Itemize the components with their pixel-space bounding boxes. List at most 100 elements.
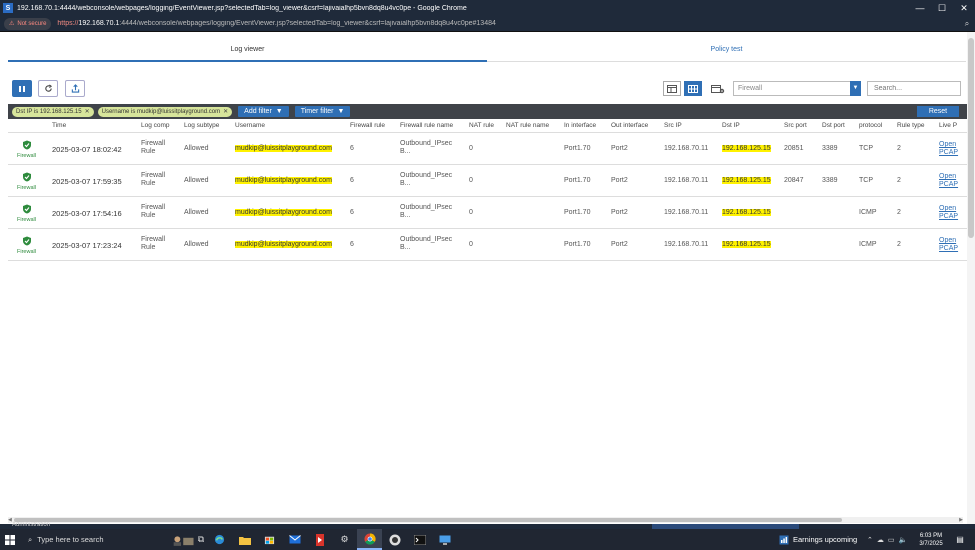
export-button[interactable] — [65, 80, 85, 97]
open-pcap-link[interactable]: PCAP — [939, 149, 958, 156]
remote-desktop-monitor-icon — [439, 535, 450, 545]
column-header[interactable]: protocol — [859, 122, 882, 129]
horizontal-scrollbar[interactable]: ◀ ▶ — [8, 517, 963, 523]
cell-log-comp: Firewall — [141, 204, 166, 211]
column-header[interactable]: NAT rule name — [506, 122, 549, 129]
news-widget[interactable]: Earnings upcoming — [779, 529, 857, 550]
store-icon[interactable] — [257, 529, 282, 550]
column-settings-button[interactable] — [709, 81, 727, 96]
terminal-icon[interactable] — [407, 529, 432, 550]
cloud-icon[interactable]: ☁ — [877, 536, 884, 544]
vertical-scroll-thumb[interactable] — [968, 38, 974, 238]
tab-policy-test[interactable]: Policy test — [487, 38, 966, 62]
scroll-right-icon[interactable]: ▶ — [959, 517, 963, 523]
close-button[interactable]: ✕ — [953, 0, 975, 16]
taskbar-clock[interactable]: 6:03 PM 3/7/2025 — [915, 532, 947, 548]
column-header[interactable]: Firewall rule name — [400, 122, 453, 129]
table-row[interactable]: Firewall 2025-03-07 17:59:35 Firewall Ru… — [8, 165, 967, 197]
module-label: Firewall — [17, 249, 36, 255]
add-filter-button[interactable]: Add filter ▼ — [238, 106, 289, 117]
filter-chip-username[interactable]: Username is mudkip@luissitplayground.com… — [97, 106, 233, 117]
detail-view-button[interactable] — [663, 81, 681, 96]
horizontal-scroll-thumb[interactable] — [14, 518, 842, 522]
task-view-icon[interactable]: ⧉ — [195, 529, 207, 550]
open-pcap-link[interactable]: Open — [939, 237, 956, 244]
grid-view-button[interactable] — [684, 81, 702, 96]
background-window-label: Administration — [12, 522, 51, 528]
notifications-icon[interactable]: ▤ — [953, 533, 967, 546]
cell-username: mudkip@luissitplayground.com — [235, 241, 332, 248]
table-row[interactable]: Firewall 2025-03-07 17:23:24 Firewall Ru… — [8, 229, 967, 261]
start-button[interactable] — [0, 529, 20, 550]
column-header[interactable]: Log comp — [141, 122, 170, 129]
refresh-button[interactable] — [38, 80, 58, 97]
security-indicator[interactable]: ⚠ Not secure — [4, 17, 52, 30]
cell-out-interface: Port2 — [611, 145, 628, 152]
cell-rule-type: 2 — [897, 209, 901, 216]
chevron-up-icon[interactable]: ⌃ — [867, 536, 873, 544]
column-header[interactable]: Rule type — [897, 122, 924, 129]
column-header[interactable]: Dst IP — [722, 122, 740, 129]
settings-icon[interactable]: ⚙ — [332, 529, 357, 550]
warning-icon: ⚠ — [9, 21, 15, 27]
mail-icon[interactable] — [282, 529, 307, 550]
cell-log-subtype: Allowed — [184, 145, 209, 152]
open-pcap-link[interactable]: PCAP — [939, 181, 958, 188]
windows-logo-icon — [5, 534, 15, 545]
open-pcap-link[interactable]: Open — [939, 173, 956, 180]
export-icon — [71, 84, 79, 93]
cell-out-interface: Port2 — [611, 177, 628, 184]
column-header[interactable]: NAT rule — [469, 122, 494, 129]
column-header[interactable]: Username — [235, 122, 265, 129]
vertical-scrollbar[interactable] — [967, 32, 975, 524]
log-module-select[interactable]: Firewall ▼ — [733, 80, 861, 96]
zoom-icon[interactable]: ⌕ — [959, 19, 975, 29]
cell-dst-ip: 192.168.125.15 — [722, 177, 771, 184]
column-header[interactable]: Time — [52, 122, 66, 129]
chrome-icon[interactable] — [357, 529, 382, 550]
close-icon[interactable]: ✕ — [85, 108, 90, 115]
network-icon[interactable]: ▭ — [888, 536, 895, 544]
pause-button[interactable] — [12, 80, 32, 97]
cell-log-subtype: Allowed — [184, 209, 209, 216]
column-header[interactable]: Log subtype — [184, 122, 219, 129]
open-pcap-link[interactable]: Open — [939, 205, 956, 212]
column-header[interactable]: Firewall rule — [350, 122, 385, 129]
open-pcap-link[interactable]: Open — [939, 141, 956, 148]
table-row[interactable]: Firewall 2025-03-07 17:54:16 Firewall Ru… — [8, 197, 967, 229]
cell-src-port: 20851 — [784, 145, 804, 152]
obs-icon[interactable] — [382, 529, 407, 550]
address-bar[interactable]: ⚠ Not secure https://192.168.70.1:4444/w… — [0, 16, 975, 32]
news-text: Earnings upcoming — [793, 535, 858, 544]
maximize-button[interactable]: ☐ — [931, 0, 953, 16]
firewall-shield-icon — [23, 236, 31, 246]
cell-firewall-rule: 6 — [350, 177, 354, 184]
edge-icon[interactable] — [207, 529, 232, 550]
url-path: :4444/webconsole/webpages/logging/EventV… — [119, 20, 496, 27]
column-header[interactable]: Src port — [784, 122, 807, 129]
timer-filter-button[interactable]: Timer filter ▼ — [294, 106, 351, 117]
volume-icon[interactable]: 🔈 — [899, 536, 908, 544]
file-explorer-icon[interactable] — [232, 529, 257, 550]
table-row[interactable]: Firewall 2025-03-07 18:02:42 Firewall Ru… — [8, 133, 967, 165]
tab-log-viewer[interactable]: Log viewer — [8, 38, 487, 62]
column-header[interactable]: Dst port — [822, 122, 845, 129]
column-header[interactable]: Live P — [939, 122, 957, 129]
open-pcap-link[interactable]: PCAP — [939, 213, 958, 220]
remote-desktop-icon[interactable] — [432, 529, 457, 550]
cell-src-ip: 192.168.70.11 — [664, 209, 709, 216]
close-icon[interactable]: ✕ — [223, 108, 228, 115]
column-header[interactable]: Src IP — [664, 122, 682, 129]
user-photo-icon[interactable] — [170, 529, 195, 550]
taskbar-search[interactable]: ⌕ Type here to search — [20, 529, 170, 550]
minimize-button[interactable]: — — [909, 0, 931, 16]
pinned-app-icon[interactable] — [307, 529, 332, 550]
cell-rule-name: B... — [400, 148, 411, 155]
search-input[interactable] — [867, 81, 961, 96]
filter-chip-dst-ip[interactable]: Dst IP is 192.168.125.15 ✕ — [12, 106, 94, 117]
column-header[interactable]: In interface — [564, 122, 596, 129]
url-text[interactable]: https://192.168.70.1:4444/webconsole/web… — [57, 20, 959, 27]
column-header[interactable]: Out interface — [611, 122, 648, 129]
reset-button[interactable]: Reset — [917, 106, 959, 117]
open-pcap-link[interactable]: PCAP — [939, 245, 958, 252]
